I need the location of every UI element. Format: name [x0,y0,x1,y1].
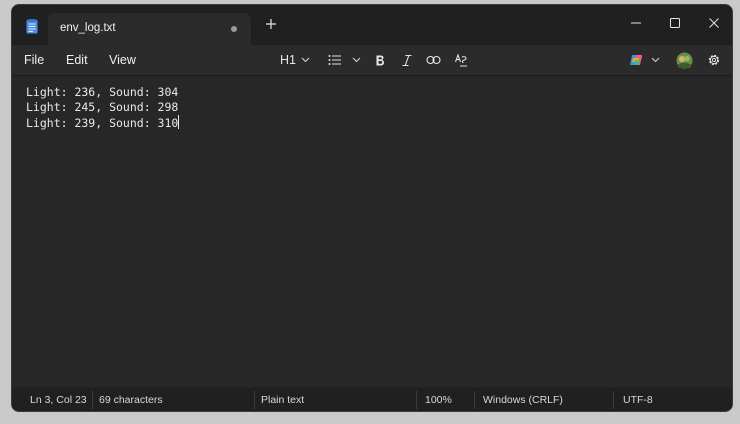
status-bar: Ln 3, Col 23 69 characters Plain text 10… [12,387,732,411]
gear-icon [708,54,720,66]
zoom-level[interactable]: 100% [425,394,452,406]
italic-icon [402,54,412,66]
unsaved-dot-icon[interactable] [231,26,237,32]
status-separator [92,391,93,409]
notepad-icon [26,19,38,34]
status-separator [474,391,475,409]
minimize-button[interactable] [624,11,648,35]
editor-line: Light: 239, Sound: 310 [26,116,179,130]
editor-line: Light: 245, Sound: 298 [26,100,179,114]
menu-edit[interactable]: Edit [66,53,88,67]
copilot-icon [630,55,643,65]
profile-avatar[interactable] [676,50,693,70]
tab-env-log[interactable]: env_log.txt [48,13,251,45]
close-button[interactable] [702,11,726,35]
editor-line: Light: 236, Sound: 304 [26,85,179,99]
status-separator [613,391,614,409]
chevron-down-icon [301,57,310,63]
settings-button[interactable] [707,50,721,70]
italic-button[interactable] [401,50,413,70]
clear-format-button[interactable] [454,50,468,70]
heading-dropdown[interactable]: H1 [280,50,310,70]
maximize-button[interactable] [663,11,687,35]
bold-icon [376,55,384,65]
cursor-position[interactable]: Ln 3, Col 23 [30,394,87,406]
profile-avatar-icon [676,52,693,68]
editor-text[interactable]: Light: 236, Sound: 304 Light: 245, Sound… [26,85,180,131]
text-caret [178,115,180,129]
chevron-down-icon [651,57,660,63]
maximize-icon [670,18,680,28]
menu-file[interactable]: File [24,53,44,67]
notepad-window: env_log.txt File Edit View H1 Light: 236… [11,4,733,412]
status-separator [254,391,255,409]
menu-bar: File Edit View H1 [12,45,732,75]
list-dropdown[interactable] [328,50,361,70]
menu-view[interactable]: View [109,53,136,67]
copilot-dropdown[interactable] [629,50,660,70]
list-icon [328,55,341,65]
chevron-down-icon [352,57,361,63]
heading-label: H1 [280,53,296,67]
minimize-icon [631,22,641,24]
tab-title: env_log.txt [60,22,116,34]
text-editor[interactable]: Light: 236, Sound: 304 Light: 245, Sound… [12,76,732,385]
link-button[interactable] [426,50,441,70]
plus-icon[interactable] [264,17,278,31]
title-bar: env_log.txt [12,5,732,45]
line-ending[interactable]: Windows (CRLF) [483,394,563,406]
text-format[interactable]: Plain text [261,394,304,406]
status-separator [416,391,417,409]
clear-format-icon [454,53,467,67]
character-count[interactable]: 69 characters [99,394,163,406]
bold-button[interactable] [374,50,386,70]
encoding[interactable]: UTF-8 [623,394,653,406]
link-icon [426,55,441,65]
close-icon [709,18,719,28]
